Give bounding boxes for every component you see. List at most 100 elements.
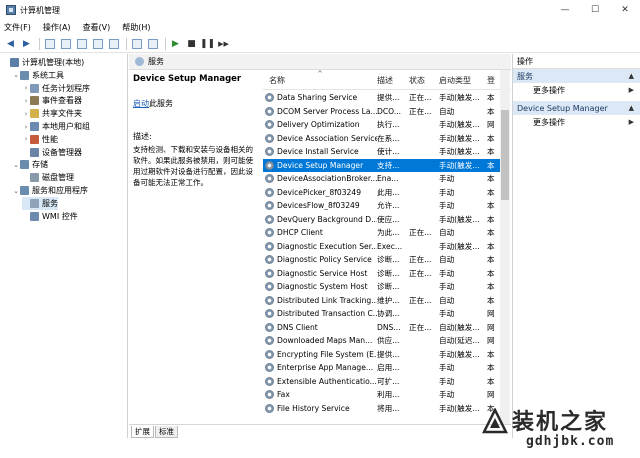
tree-item[interactable]: 设备管理器 [22,146,82,159]
service-startup-type: 手动(触发... [439,120,480,130]
service-status: 正在... [409,322,432,332]
column-description[interactable]: 描述 [377,75,409,89]
expander-chevron-icon[interactable]: › [22,135,30,143]
tree-item[interactable]: ⌄ 服务和应用程序 [12,184,88,197]
service-row[interactable]: DevicePicker_8f03249 此用... 手动本 [263,186,503,200]
expander-chevron-icon[interactable]: › [22,84,30,92]
service-row[interactable]: DevQuery Background D... 使应... 手动(触发... 本 [263,213,503,227]
tree-item-label: 服务和应用程序 [32,186,88,195]
service-row[interactable]: Device Setup Manager 支持... 手动(触发... 本 [263,158,503,172]
title-bar: 计算机管理 — ☐ ✕ [0,0,640,20]
service-row[interactable]: Downloaded Maps Man... 供应... 自动(延迟... 网 [263,334,503,348]
maximize-button[interactable]: ☐ [580,0,610,20]
service-row[interactable]: Diagnostic Execution Ser... Exec... 手动(触发.… [263,240,503,254]
service-description: 诊断... [377,268,400,278]
show-hide-tree-icon[interactable] [59,37,72,50]
refresh-icon[interactable] [91,37,104,50]
service-row[interactable]: DeviceAssociationBroker... Ena... 手动本 [263,172,503,186]
start-service-link[interactable]: 启动 [133,99,149,108]
service-row[interactable]: File History Service 将用... 手动(触发... 本 [263,402,503,416]
list-scrollbar[interactable] [500,70,510,424]
menu-help[interactable]: 帮助(H) [122,22,150,33]
service-row[interactable]: DCOM Server Process La... DCO... 正在... 自动本 [263,105,503,119]
service-row[interactable]: Extensible Authenticatio... 可扩... 手动本 [263,375,503,389]
back-arrow-icon[interactable]: ◀ [4,37,17,50]
properties-icon[interactable] [75,37,88,50]
service-gear-icon [265,160,274,170]
service-row[interactable]: Fax 利用... 手动网 [263,388,503,402]
sort-indicator-icon: ^ [317,70,323,78]
tree-item[interactable]: › 性能 [22,133,58,146]
actions-section-services[interactable]: 服务 ▲ [513,69,640,83]
description-label: 描述: [133,132,152,141]
more-actions-item[interactable]: 更多操作 ▶ [513,83,640,97]
service-row[interactable]: Device Install Service 使计... 手动(触发... 本 [263,145,503,159]
close-button[interactable]: ✕ [610,0,640,20]
expander-chevron-icon[interactable]: › [22,110,30,118]
tree-item[interactable]: ⌄ 系统工具 [12,69,64,82]
tree-item[interactable]: › 本地用户和组 [22,120,90,133]
start-service-line: 启动此服务 [133,98,258,109]
forward-arrow-icon[interactable]: ▶ [20,37,33,50]
expander-chevron-icon[interactable]: ⌄ [12,187,20,195]
service-name-cell: Data Sharing Service [263,93,377,103]
actions-section-label: 服务 [517,71,533,81]
tree-item-label: 存储 [32,160,48,170]
stop-service-icon[interactable]: ■ [185,37,198,50]
tree-item[interactable]: 服务 [22,196,58,210]
show-action-pane-icon[interactable] [146,37,159,50]
more-actions-item[interactable]: 更多操作 ▶ [513,115,640,129]
service-row[interactable]: Diagnostic System Host 诊断... 手动本 [263,280,503,294]
service-name-cell: DevQuery Background D... [263,214,377,224]
tree-item[interactable]: › 任务计划程序 [22,82,90,95]
restart-service-icon[interactable]: ▶▶ [217,37,230,50]
tree-item[interactable]: 磁盘管理 [22,171,74,184]
tree-item[interactable]: › 事件查看器 [22,94,82,107]
service-row[interactable]: DNS Client DNS... 正在... 自动(触发... 网 [263,321,503,335]
service-description: 启用... [377,363,400,373]
service-gear-icon [265,390,274,400]
tree-item[interactable]: 计算机管理(本地) [2,56,84,69]
service-row[interactable]: Device Association Service 在系... 手动(触发... 本 [263,132,503,146]
actions-section-device-setup-manager[interactable]: Device Setup Manager ▲ [513,101,640,115]
service-row[interactable]: Diagnostic Service Host 诊断... 正在... 手动本 [263,267,503,281]
expander-chevron-icon[interactable]: › [22,97,30,105]
menu-view[interactable]: 查看(V) [83,22,111,33]
tree-item-label: 系统工具 [32,70,64,80]
service-startup-type: 自动 [439,255,455,265]
column-startup-type[interactable]: 启动类型 [439,75,487,89]
tree-item[interactable]: ⌄ 存储 [12,158,48,171]
menu-file[interactable]: 文件(F) [4,22,31,33]
start-service-icon[interactable]: ▶ [169,37,182,50]
help-icon[interactable] [130,37,143,50]
tree-item[interactable]: WMI 控件 [22,210,78,223]
service-startup-type: 手动 [439,201,455,211]
expander-chevron-icon[interactable]: ⌄ [12,161,20,169]
expander-chevron-icon[interactable]: › [22,123,30,131]
service-gear-icon [265,322,274,332]
service-row[interactable]: Data Sharing Service 提供... 正在... 手动(触发... 本 [263,91,503,105]
export-list-icon[interactable] [107,37,120,50]
service-row[interactable]: Distributed Link Tracking... 维护... 正在... 自动… [263,294,503,308]
service-row[interactable]: DevicesFlow_8f03249 允许... 手动本 [263,199,503,213]
watermark-url: gdhjbk.com [526,434,615,449]
service-row[interactable]: Delivery Optimization 执行... 手动(触发... 网 [263,118,503,132]
up-folder-icon[interactable] [43,37,56,50]
minimize-button[interactable]: — [550,0,580,20]
tab-standard[interactable]: 标准 [155,425,178,438]
service-row[interactable]: DHCP Client 为此... 正在... 自动本 [263,226,503,240]
pause-service-icon[interactable]: ❚❚ [200,37,215,50]
expander-chevron-icon[interactable]: ⌄ [12,71,20,79]
service-row[interactable]: Diagnostic Policy Service 诊断... 正在... 自动本 [263,253,503,267]
column-status[interactable]: 状态 [409,75,439,89]
service-row[interactable]: Enterprise App Manage... 启用... 手动本 [263,361,503,375]
service-gear-icon [265,363,274,373]
scrollbar-thumb[interactable] [501,110,509,200]
service-row[interactable]: Encrypting File System (E... 提供... 手动(触发..… [263,348,503,362]
service-gear-icon [265,268,274,278]
service-row[interactable]: Distributed Transaction C... 协调... 手动网 [263,307,503,321]
menu-action[interactable]: 操作(A) [43,22,71,33]
tab-extended[interactable]: 扩展 [131,425,154,438]
tree-item[interactable]: › 共享文件夹 [22,107,82,120]
submenu-arrow-icon: ▶ [628,118,634,126]
